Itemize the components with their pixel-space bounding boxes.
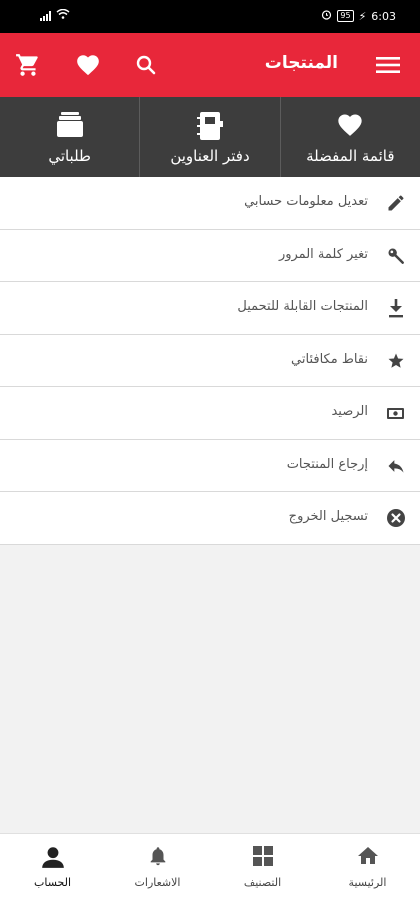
nav-home[interactable]: الرئيسية: [315, 834, 420, 900]
favorites-heart-icon[interactable]: [72, 49, 104, 81]
orders-box-icon: [0, 111, 139, 141]
tile-my-orders[interactable]: طلباتي: [0, 97, 141, 177]
download-icon: [384, 296, 408, 320]
menu-item-logout[interactable]: تسجيل الخروج: [0, 492, 420, 545]
tile-address-book[interactable]: دفتر العناوين: [140, 97, 281, 177]
account-tiles: طلباتي دفتر العناوين قائمة المفضلة: [0, 97, 420, 177]
menu-item-label: المنتجات القابلة للتحميل: [237, 299, 368, 314]
menu-item-label: الرصيد: [331, 404, 368, 419]
nav-label: الاشعارات: [134, 876, 181, 889]
nav-categories[interactable]: التصنيف: [210, 834, 315, 900]
status-bar: 95 ⚡ 6:03: [0, 0, 420, 33]
menu-item-label: نقاط مكافئاتي: [291, 351, 368, 367]
signal-icon: [40, 10, 51, 21]
home-icon: [315, 844, 420, 870]
tile-label: قائمة المفضلة: [306, 147, 395, 165]
category-grid-icon: [210, 844, 315, 870]
menu-item-edit-account[interactable]: تعديل معلومات حسابي: [0, 177, 420, 230]
menu-item-label: إرجاع المنتجات: [286, 456, 368, 472]
battery-icon: 95: [337, 10, 354, 22]
cart-icon[interactable]: [12, 49, 44, 81]
nav-label: التصنيف: [243, 876, 282, 889]
status-right: 95 ⚡ 6:03: [321, 9, 396, 23]
app-bar: المنتجات: [0, 33, 420, 97]
person-icon: [0, 844, 105, 870]
menu-item-balance[interactable]: الرصيد: [0, 387, 420, 440]
nav-account[interactable]: الحساب: [0, 834, 105, 900]
tile-label: دفتر العناوين: [170, 147, 250, 165]
menu-item-reward-points[interactable]: نقاط مكافئاتي: [0, 334, 420, 387]
menu-item-label: تسجيل الخروج: [288, 509, 368, 524]
menu-item-downloadable-products[interactable]: المنتجات القابلة للتحميل: [0, 282, 420, 335]
money-icon: [384, 401, 408, 425]
close-circle-icon: [384, 506, 408, 530]
status-time: 6:03: [371, 9, 396, 23]
bell-icon: [105, 844, 210, 870]
menu-item-label: تغير كلمة المرور: [278, 246, 368, 262]
key-icon: [384, 244, 408, 268]
menu-item-return-products[interactable]: إرجاع المنتجات: [0, 439, 420, 492]
menu-item-label: تعديل معلومات حسابي: [244, 194, 368, 209]
charging-icon: ⚡: [358, 9, 367, 23]
wifi-icon: [56, 8, 70, 22]
search-icon[interactable]: [130, 49, 162, 81]
page-title: المنتجات: [264, 53, 338, 73]
heart-icon: [281, 111, 420, 141]
menu-hamburger-icon[interactable]: [372, 49, 404, 81]
menu-item-change-password[interactable]: تغير كلمة المرور: [0, 229, 420, 282]
tile-wishlist[interactable]: قائمة المفضلة: [280, 97, 420, 177]
pencil-icon: [384, 191, 408, 215]
alarm-icon: [321, 9, 332, 23]
nav-label: الرئيسية: [348, 876, 387, 889]
tile-label: طلباتي: [48, 147, 91, 165]
bottom-navigation: الحساب الاشعارات التصنيف الرئيسية: [0, 833, 420, 900]
reply-icon: [384, 454, 408, 478]
star-icon: [384, 349, 408, 373]
nav-notifications[interactable]: الاشعارات: [105, 834, 210, 900]
account-menu: تعديل معلومات حسابي تغير كلمة المرور الم…: [0, 177, 420, 545]
status-left: [40, 8, 70, 22]
address-book-icon: [140, 111, 279, 141]
nav-label: الحساب: [33, 876, 72, 889]
